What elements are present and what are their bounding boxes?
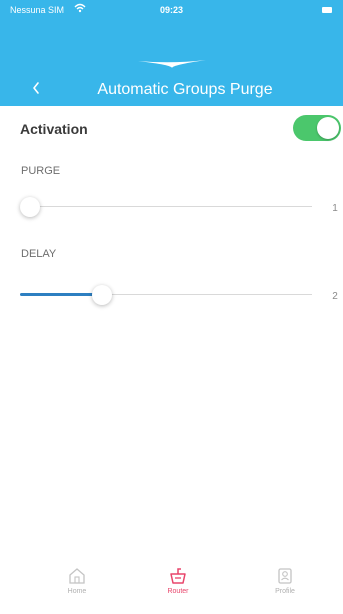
toggle-knob [317,117,339,139]
tab-home[interactable]: Home [47,566,107,612]
purge-label: PURGE [21,165,61,177]
slider-thumb[interactable] [92,285,112,305]
brand-logo [138,60,206,68]
delay-value: 2 [332,291,338,302]
tab-label: Home [67,588,87,595]
page-title: Automatic Groups Purge [97,81,273,98]
slider-thumb[interactable] [20,197,40,217]
activation-label: Activation [20,121,88,137]
status-bar: Nessuna SIM 09:23 [0,0,343,22]
purge-value: 1 [332,203,338,214]
delay-label: DELAY [21,248,57,260]
router-icon [170,568,186,584]
home-icon [69,568,85,584]
clock: 09:23 [159,5,184,15]
tab-label: Router [167,588,189,595]
app-header: Nessuna SIM 09:23 Automatic Groups Purge [0,0,343,106]
tab-label: Profile [275,588,295,595]
battery-icon [322,7,332,13]
activation-toggle[interactable] [293,115,341,141]
slider-track [20,206,312,207]
profile-icon [278,568,292,584]
purge-slider[interactable] [20,197,312,217]
delay-slider[interactable] [20,285,312,305]
tab-router[interactable]: Router [148,566,208,612]
slider-fill [20,293,102,296]
tab-profile[interactable]: Profile [255,566,315,612]
back-chevron-icon[interactable] [32,81,40,95]
tab-bar: Home Router Profile [0,562,343,614]
